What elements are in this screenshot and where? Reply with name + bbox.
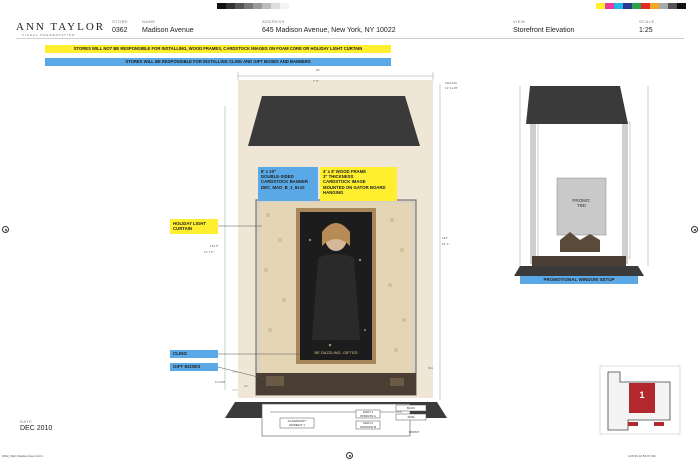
plan-front-label: FRONT (408, 430, 420, 434)
main-window-a-label: MAIN 1 WINDOW A (360, 410, 376, 418)
file-name: 0362_DEC Madisonhow.indd 1 (2, 454, 44, 458)
plan-side-label: SIDE (407, 415, 415, 419)
promo-panel-label: PROMO: TBD (572, 198, 591, 208)
print-timestamp: 11/5/10 10:56:07 AM (628, 454, 656, 458)
date-value: DEC 2010 (20, 425, 53, 432)
location-number: 1 (639, 390, 645, 400)
promo-setup-label: PROMOTIONAL WINDOW SETUP (520, 276, 638, 284)
callout-leaders (217, 225, 300, 381)
date-label: DATE (20, 419, 33, 424)
accessory-moment-label: ACCESSORY MOMENT 1 (287, 419, 307, 427)
main-window-b-label: MAIN 2 WINDOW B (360, 421, 376, 429)
plan-back-label: BACK (406, 406, 416, 410)
